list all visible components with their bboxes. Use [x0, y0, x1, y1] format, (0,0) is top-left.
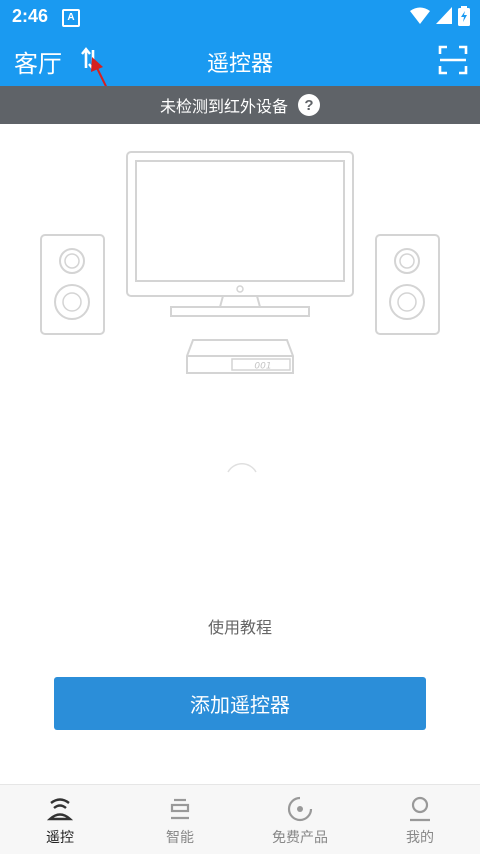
bottom-nav: 遥控 智能 免费产品 我的 — [0, 784, 480, 854]
nav-label: 遥控 — [46, 830, 74, 846]
help-icon[interactable]: ? — [298, 94, 320, 116]
nav-label: 我的 — [406, 830, 434, 846]
smart-device-icon — [170, 798, 190, 820]
tutorial-link[interactable]: 使用教程 — [0, 614, 480, 638]
nav-item-free-products[interactable]: 免费产品 — [240, 785, 360, 854]
nav-label: 免费产品 — [272, 830, 328, 846]
tv-frame — [126, 151, 354, 297]
tv-stand — [170, 306, 310, 317]
loading-spinner-icon — [227, 463, 257, 473]
banner-text: 未检测到红外设备 — [159, 97, 288, 116]
remote-icon — [46, 798, 74, 821]
nav-item-smart[interactable]: 智能 — [120, 785, 240, 854]
add-remote-button[interactable]: 添加遥控器 — [54, 677, 426, 730]
device-illustration: 001 — [40, 151, 440, 374]
box-display: 001 — [254, 362, 271, 372]
no-ir-banner: 未检测到红外设备 ? — [0, 86, 480, 124]
nav-item-mine[interactable]: 我的 — [360, 785, 480, 854]
target-icon — [287, 796, 313, 822]
profile-icon — [410, 796, 430, 822]
nav-item-remote[interactable]: 遥控 — [0, 785, 120, 854]
tv-screen — [135, 160, 345, 282]
nav-label: 智能 — [166, 830, 194, 846]
